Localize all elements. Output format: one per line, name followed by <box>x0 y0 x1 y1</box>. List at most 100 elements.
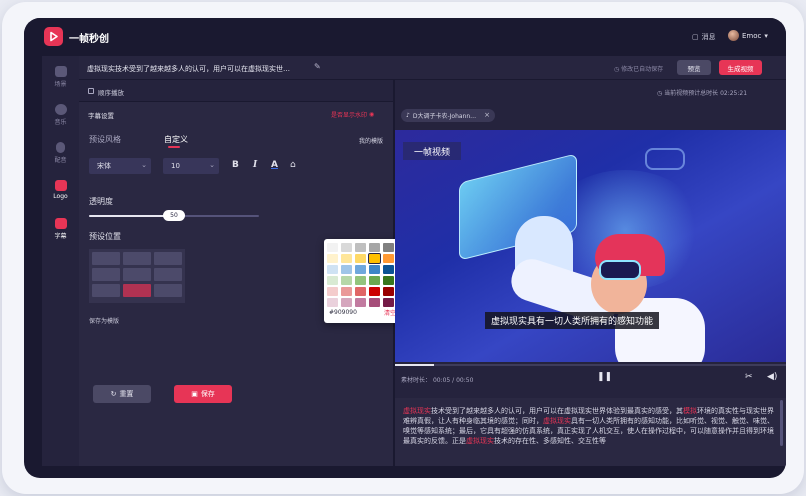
font-family-value: 宋体 <box>97 162 111 170</box>
opacity-slider-handle[interactable]: 50 <box>163 210 185 221</box>
color-swatch[interactable] <box>368 253 381 264</box>
color-swatch[interactable] <box>341 287 352 296</box>
position-cell[interactable] <box>123 268 151 281</box>
position-cell[interactable] <box>92 268 120 281</box>
color-swatch[interactable] <box>383 265 394 274</box>
color-swatch[interactable] <box>369 243 380 252</box>
preview-button[interactable]: 预览 <box>677 60 711 75</box>
sidebar-item-subtitle[interactable]: 字幕 <box>42 218 79 240</box>
bold-button[interactable]: B <box>232 160 239 170</box>
app-window: 一帧秒创 ▢ 消息 Emoc ▾ 场景 音乐 配音 Logo 字幕 虚拟现实技术… <box>24 18 786 478</box>
sidebar-item-scene[interactable]: 场景 <box>42 66 79 88</box>
font-size-select[interactable]: 10 ⌄ <box>163 158 219 174</box>
sidebar-item-voice[interactable]: 配音 <box>42 142 79 164</box>
video-progress-bar[interactable] <box>395 364 786 366</box>
pause-icon[interactable]: ❚❚ <box>597 372 612 382</box>
chevron-down-icon: ⌄ <box>209 161 215 169</box>
tab-custom[interactable]: 自定义 <box>164 134 188 145</box>
sidebar-item-music[interactable]: 音乐 <box>42 104 79 126</box>
video-progress-fill <box>395 364 435 366</box>
music-chip[interactable]: ♪ D大调子卡农-Johann… × <box>401 109 495 122</box>
autosave-status: ◷ 修改已自动保存 <box>614 64 663 73</box>
color-swatch[interactable] <box>369 276 380 285</box>
color-swatch[interactable] <box>355 298 366 307</box>
color-swatch[interactable] <box>355 265 366 274</box>
reset-button[interactable]: ↻ 重置 <box>93 385 151 403</box>
position-cell[interactable] <box>154 252 182 265</box>
color-swatch[interactable] <box>355 254 366 263</box>
total-duration: ◷ 当前视频预计总时长 02:25:21 <box>657 88 747 97</box>
italic-button[interactable]: I <box>253 160 257 170</box>
sidebar-item-label: 配音 <box>54 157 67 164</box>
generate-video-button[interactable]: 生成视频 <box>719 60 762 75</box>
color-swatch[interactable] <box>355 287 366 296</box>
color-swatch[interactable] <box>341 265 352 274</box>
script-scrollbar[interactable] <box>780 400 783 446</box>
sequential-play-label: 顺序播放 <box>98 89 124 97</box>
font-color-button[interactable]: A <box>271 160 278 170</box>
color-swatch[interactable] <box>369 287 380 296</box>
tab-preset-style[interactable]: 预设风格 <box>89 134 121 145</box>
sidebar-item-logo[interactable]: Logo <box>42 180 79 200</box>
close-icon[interactable]: × <box>484 111 490 119</box>
color-swatch[interactable] <box>341 243 352 252</box>
save-button[interactable]: ▣ 保存 <box>174 385 232 403</box>
sequential-play-checkbox[interactable] <box>88 88 94 94</box>
hex-value[interactable]: #909090 <box>329 309 357 316</box>
preview-panel: ◷ 当前视频预计总时长 02:25:21 ♪ D大调子卡农-Johann… × … <box>395 80 786 466</box>
color-swatch[interactable] <box>383 276 394 285</box>
music-note-icon: ♪ <box>406 112 410 119</box>
position-cell[interactable] <box>154 268 182 281</box>
position-cell[interactable] <box>92 284 120 297</box>
time-current: 00:05 <box>432 377 451 384</box>
vr-goggles-illustration <box>599 260 641 280</box>
color-swatch[interactable] <box>383 243 394 252</box>
color-swatch[interactable] <box>355 243 366 252</box>
opacity-value: 50 <box>170 212 178 219</box>
music-title: D大调子卡农-Johann… <box>412 113 477 120</box>
color-swatch[interactable] <box>383 254 394 263</box>
fill-color-icon[interactable]: ⌂ <box>290 160 296 170</box>
video-subtitle: 虚拟现实具有一切人类所拥有的感知功能 <box>485 312 660 329</box>
image-icon <box>54 180 67 191</box>
color-swatch[interactable] <box>369 265 380 274</box>
highlighted-keyword: 虚拟现实 <box>403 407 431 415</box>
app-logo-icon <box>44 27 63 46</box>
color-swatch[interactable] <box>383 298 394 307</box>
color-swatch[interactable] <box>355 276 366 285</box>
color-swatch[interactable] <box>327 298 338 307</box>
total-duration-text: 当前视频预计总时长 02:25:21 <box>664 90 748 97</box>
edit-pen-icon[interactable]: ✎ <box>314 62 322 72</box>
color-swatch[interactable] <box>383 287 394 296</box>
video-preview[interactable]: 一帧视频 虚拟现实具有一切人类所拥有的感知功能 <box>395 130 786 362</box>
messages-link[interactable]: ▢ 消息 <box>692 32 716 42</box>
font-family-select[interactable]: 宋体 ⌄ <box>89 158 151 174</box>
color-swatch[interactable] <box>341 298 352 307</box>
scissors-icon[interactable]: ✂ <box>745 372 753 382</box>
user-name: Emoc <box>742 31 762 40</box>
user-menu[interactable]: Emoc ▾ <box>728 30 768 41</box>
color-swatch[interactable] <box>327 243 338 252</box>
color-swatch[interactable] <box>327 287 338 296</box>
script-text[interactable]: 虚拟现实技术受到了越来越多人的认可，用户可以在虚拟现实世界体验到最真实的感受，其… <box>395 398 786 466</box>
color-swatch[interactable] <box>369 298 380 307</box>
chevron-down-icon: ⌄ <box>141 161 147 169</box>
document-title[interactable]: 虚拟现实技术受到了越来越多人的认可，用户可以在虚拟现实世… <box>87 64 290 74</box>
scene-icon <box>54 66 67 77</box>
color-swatch[interactable] <box>341 276 352 285</box>
position-cell[interactable] <box>154 284 182 297</box>
color-swatch[interactable] <box>341 254 352 263</box>
watermark-toggle[interactable]: 是否显示水印 ◉ <box>331 110 374 119</box>
messages-label: 消息 <box>701 33 716 41</box>
volume-icon[interactable]: ◀) <box>767 372 777 382</box>
color-swatch[interactable] <box>327 265 338 274</box>
color-swatch[interactable] <box>327 254 338 263</box>
app-title: 一帧秒创 <box>69 34 109 45</box>
bell-icon: ▢ <box>692 33 699 41</box>
color-swatch[interactable] <box>327 276 338 285</box>
position-cell[interactable] <box>123 252 151 265</box>
position-cell[interactable] <box>92 252 120 265</box>
position-cell[interactable] <box>123 284 151 297</box>
save-as-template-link[interactable]: 保存为模版 <box>89 316 119 325</box>
my-templates-link[interactable]: 我的模版 <box>359 136 383 145</box>
